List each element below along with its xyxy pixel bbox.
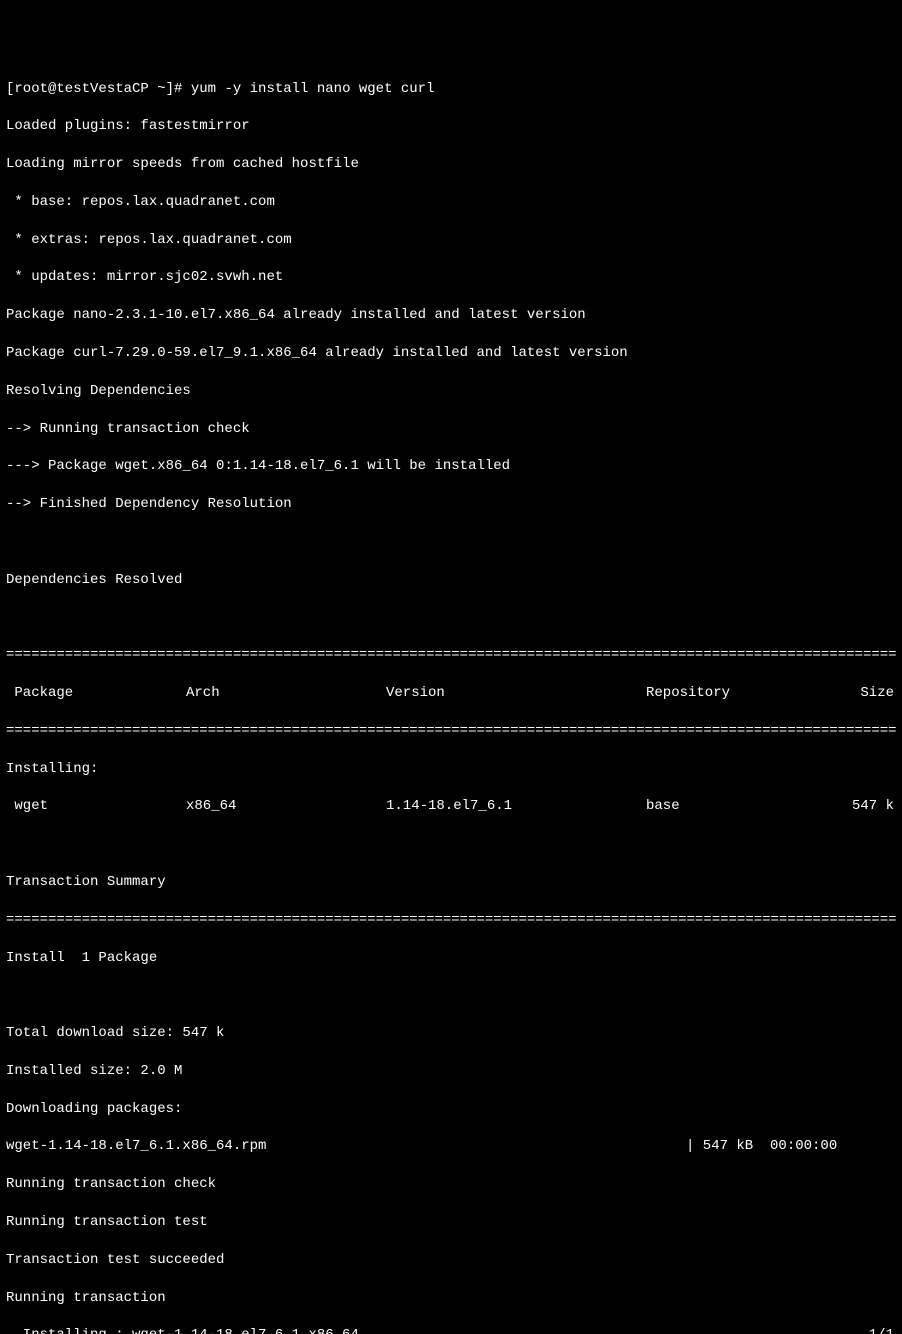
output-line: Running transaction <box>6 1289 896 1308</box>
install-count-line: Install 1 Package <box>6 949 896 968</box>
downloading-label: Downloading packages: <box>6 1100 896 1119</box>
output-line: --> Running transaction check <box>6 420 896 439</box>
output-line: ---> Package wget.x86_64 0:1.14-18.el7_6… <box>6 457 896 476</box>
divider: ========================================… <box>6 646 896 665</box>
command-text: yum -y install nano wget curl <box>191 81 435 97</box>
blank-line <box>6 835 896 854</box>
cell-package: wget <box>6 797 186 816</box>
header-size: Size <box>816 684 896 703</box>
header-package: Package <box>6 684 186 703</box>
output-line: * updates: mirror.sjc02.svwh.net <box>6 268 896 287</box>
deps-resolved-label: Dependencies Resolved <box>6 571 896 590</box>
output-line: Transaction test succeeded <box>6 1251 896 1270</box>
output-line: Running transaction test <box>6 1213 896 1232</box>
output-line: Loading mirror speeds from cached hostfi… <box>6 155 896 174</box>
blank-line <box>6 986 896 1005</box>
download-file: wget-1.14-18.el7_6.1.x86_64.rpm <box>6 1137 686 1156</box>
header-arch: Arch <box>186 684 386 703</box>
divider: ========================================… <box>6 722 896 741</box>
shell-prompt: [root@testVestaCP ~]# <box>6 81 191 97</box>
cell-arch: x86_64 <box>186 797 386 816</box>
header-repository: Repository <box>646 684 816 703</box>
installed-size-line: Installed size: 2.0 M <box>6 1062 896 1081</box>
install-progress-row: Installing : wget-1.14-18.el7_6.1.x86_64… <box>6 1326 896 1334</box>
header-version: Version <box>386 684 646 703</box>
install-count: 1/1 <box>869 1326 896 1334</box>
output-line: Loaded plugins: fastestmirror <box>6 117 896 136</box>
tx-summary-label: Transaction Summary <box>6 873 896 892</box>
installing-label: Installing: <box>6 760 896 779</box>
install-step: Installing : wget-1.14-18.el7_6.1.x86_64 <box>6 1326 359 1334</box>
output-line: Resolving Dependencies <box>6 382 896 401</box>
prompt-line: [root@testVestaCP ~]# yum -y install nan… <box>6 80 896 99</box>
output-line: Package curl-7.29.0-59.el7_9.1.x86_64 al… <box>6 344 896 363</box>
cell-version: 1.14-18.el7_6.1 <box>386 797 646 816</box>
output-line: * extras: repos.lax.quadranet.com <box>6 231 896 250</box>
output-line: Package nano-2.3.1-10.el7.x86_64 already… <box>6 306 896 325</box>
divider: ========================================… <box>6 911 896 930</box>
table-row: wget x86_64 1.14-18.el7_6.1 base 547 k <box>6 797 896 816</box>
blank-line <box>6 609 896 628</box>
download-size-line: Total download size: 547 k <box>6 1024 896 1043</box>
download-progress-row: wget-1.14-18.el7_6.1.x86_64.rpm | 547 kB… <box>6 1137 896 1156</box>
cell-repo: base <box>646 797 816 816</box>
download-stat: | 547 kB 00:00:00 <box>686 1137 896 1156</box>
output-line: --> Finished Dependency Resolution <box>6 495 896 514</box>
cell-size: 547 k <box>816 797 896 816</box>
output-line: * base: repos.lax.quadranet.com <box>6 193 896 212</box>
blank-line <box>6 533 896 552</box>
table-header-row: Package Arch Version Repository Size <box>6 684 896 703</box>
output-line: Running transaction check <box>6 1175 896 1194</box>
